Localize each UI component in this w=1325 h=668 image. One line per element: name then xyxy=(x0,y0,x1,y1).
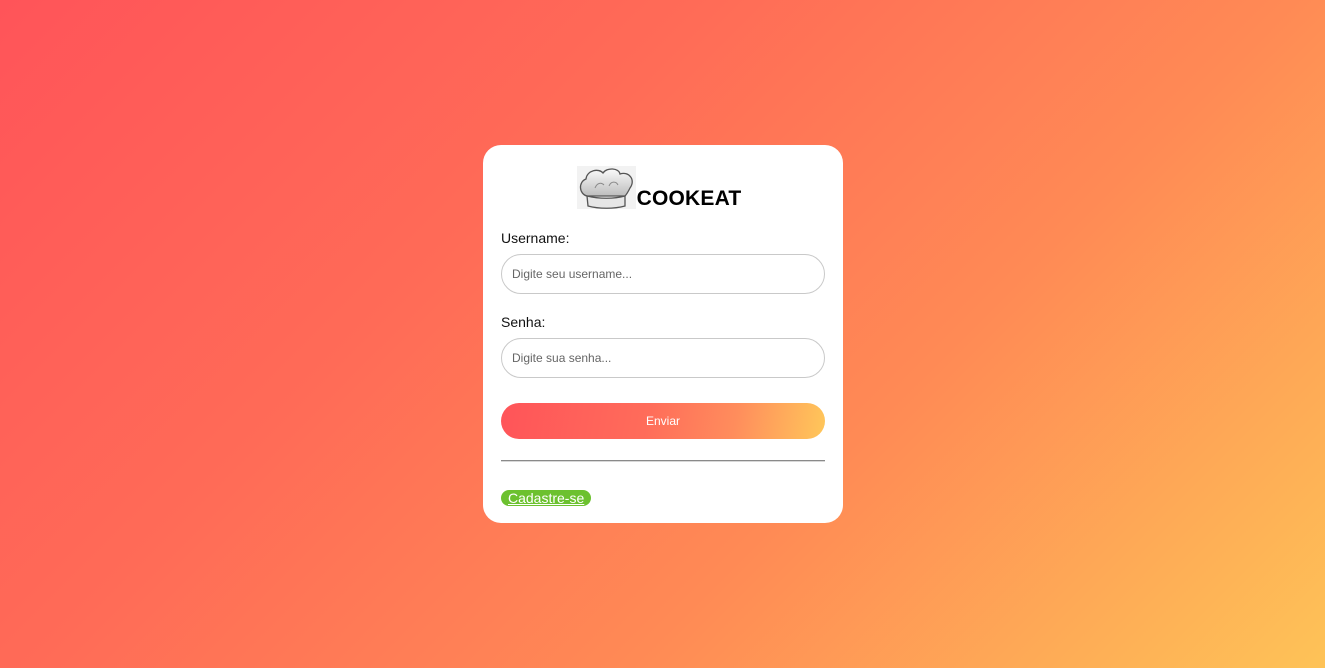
brand-header: COOKEAT xyxy=(493,163,825,209)
password-input[interactable] xyxy=(501,338,825,378)
username-label: Username: xyxy=(501,230,570,246)
username-input[interactable] xyxy=(501,254,825,294)
submit-button[interactable]: Enviar xyxy=(501,403,825,439)
chef-hat-icon xyxy=(576,166,636,209)
divider xyxy=(501,460,825,462)
signup-link[interactable]: Cadastre-se xyxy=(501,490,592,506)
brand-name: COOKEAT xyxy=(636,187,742,210)
password-label: Senha: xyxy=(501,314,546,330)
login-card: COOKEAT Username: Senha: Enviar Cadastre… xyxy=(483,145,843,523)
